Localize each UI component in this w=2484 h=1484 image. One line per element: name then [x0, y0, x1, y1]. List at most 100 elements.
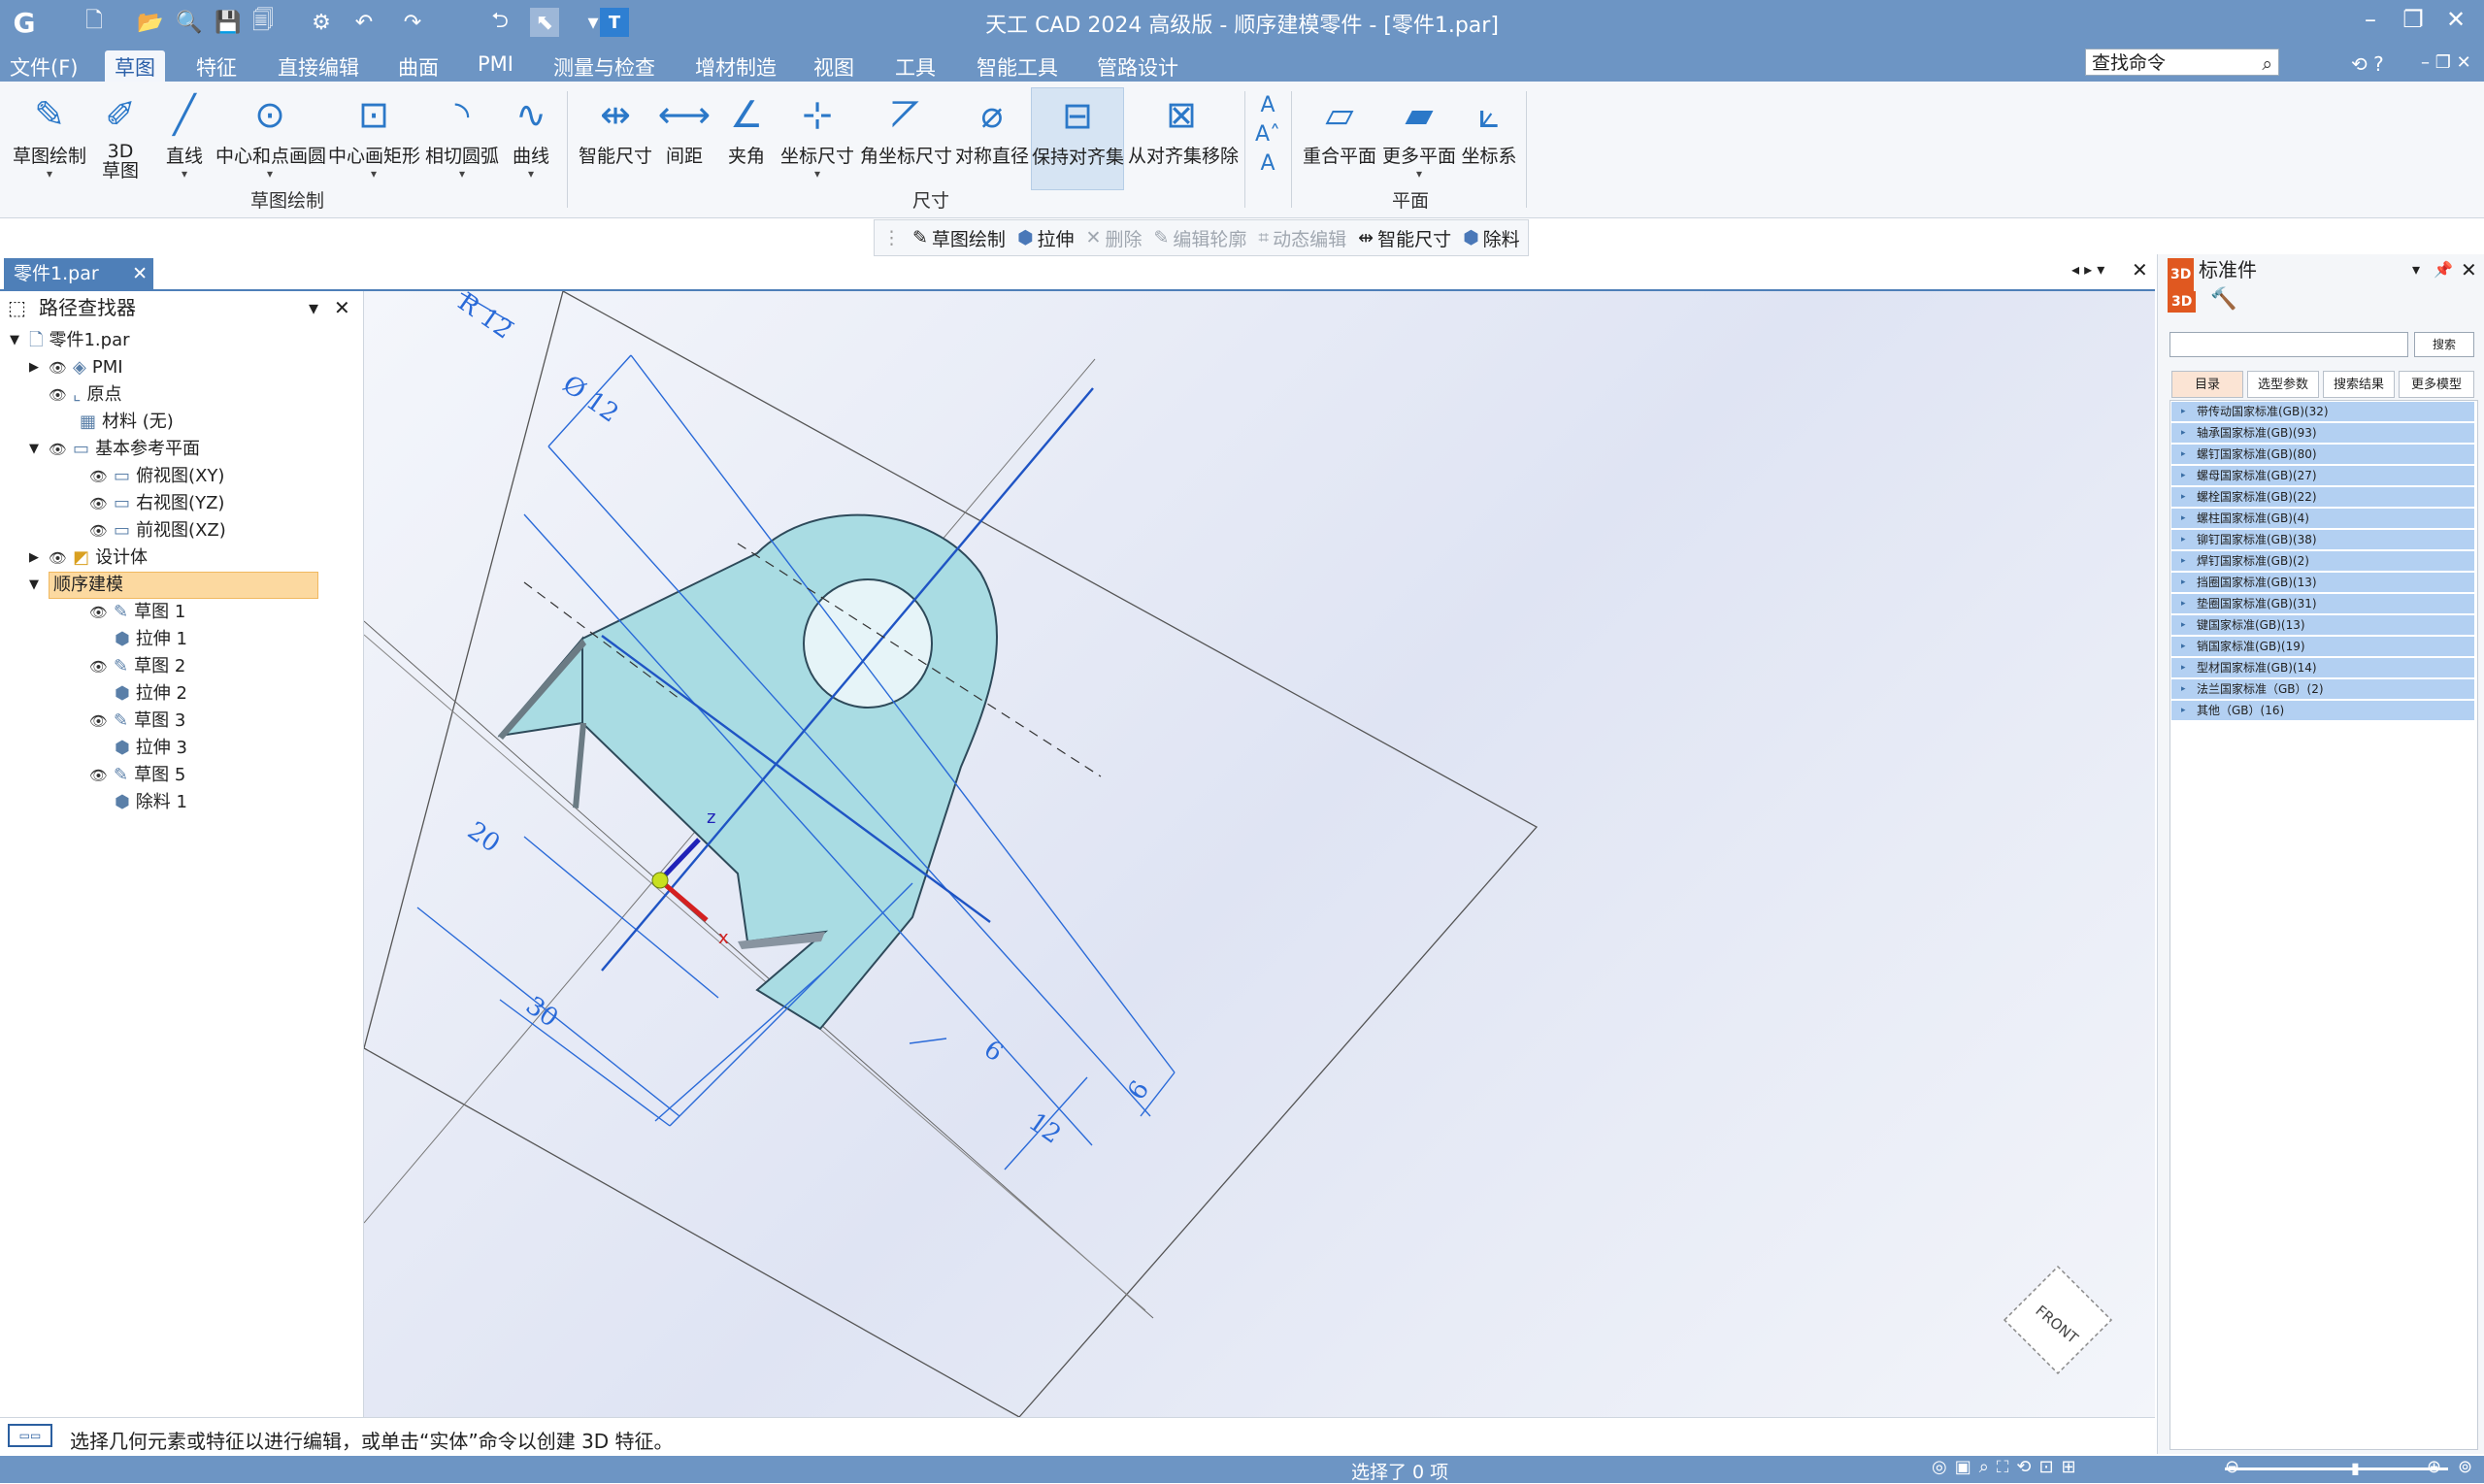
eye-icon[interactable]: 👁	[89, 654, 108, 679]
coincident-plane-button[interactable]: ▱ 重合平面	[1301, 87, 1378, 168]
catalog-item[interactable]: ▸ 销国家标准(GB)(19)	[2171, 637, 2474, 657]
keep-alignment-set-button[interactable]: ⊟ 保持对齐集	[1031, 87, 1124, 190]
catalog-item[interactable]: ▸ 铆钉国家标准(GB)(38)	[2171, 530, 2474, 550]
catalog-item[interactable]: ▸ 键国家标准(GB)(13)	[2171, 615, 2474, 636]
tree-feature-cut-1[interactable]: ⬢ 除料 1	[115, 790, 187, 815]
view-cube[interactable]: FRONT	[2003, 1265, 2113, 1375]
tab-view[interactable]: 视图	[804, 50, 864, 83]
hammer-icon[interactable]: 🔨	[2210, 287, 2236, 312]
eye-icon[interactable]: 👁	[49, 382, 67, 408]
panel-dropdown-icon[interactable]: ▾	[2412, 254, 2420, 285]
line-button[interactable]: ╱ 直线 ▾	[155, 87, 214, 180]
cmd-delete-button[interactable]: ✕ 删除	[1086, 225, 1143, 251]
pin-icon[interactable]: 📌	[2434, 254, 2453, 285]
center-rectangle-button[interactable]: ⊡ 中心画矩形 ▾	[328, 87, 420, 180]
expand-icon[interactable]: ▶	[29, 545, 43, 571]
view-tools-icon[interactable]: ◎▣⌕⛶⟲⊡⊞	[1932, 1457, 2084, 1477]
pathfinder-menu-icon[interactable]: ▾	[309, 291, 318, 324]
tree-item-ordered[interactable]: ▼ 顺序建模	[29, 572, 318, 599]
tree-feature-extrude-1[interactable]: ⬢ 拉伸 1	[115, 627, 187, 652]
expand-icon[interactable]: ▸	[2181, 487, 2186, 508]
tree-item-origin[interactable]: 👁 ⌞ 原点	[49, 382, 121, 408]
expand-icon[interactable]: ▸	[2181, 658, 2186, 678]
graphics-viewport[interactable]: R 12 Ø 12 20 30 6 12 6 z x FRONT	[364, 291, 2155, 1417]
eye-icon[interactable]: 👁	[89, 709, 108, 734]
tab-more-models[interactable]: 更多模型	[2399, 371, 2474, 398]
eye-icon[interactable]: 👁	[89, 763, 108, 788]
doc-window-controls-icon[interactable]: – ❐ ✕	[2421, 52, 2471, 73]
tree-item-material[interactable]: ▦ 材料 (无)	[80, 410, 174, 435]
tree-feature-extrude-3[interactable]: ⬢ 拉伸 3	[115, 736, 187, 761]
zoom-slider[interactable]	[2225, 1468, 2448, 1470]
cmd-dynamic-edit-button[interactable]: ⌗ 动态编辑	[1258, 225, 1346, 251]
catalog-item[interactable]: ▸ 型材国家标准(GB)(14)	[2171, 658, 2474, 678]
tangent-arc-button[interactable]: ◝ 相切圆弧 ▾	[423, 87, 501, 180]
tab-direct-edit[interactable]: 直接编辑	[268, 50, 369, 83]
cmd-sketch-button[interactable]: ✎ 草图绘制	[912, 225, 1006, 251]
cmd-edit-profile-button[interactable]: ✎ 编辑轮廓	[1153, 225, 1246, 251]
angular-coordinate-button[interactable]: ⦢ 角坐标尺寸	[860, 87, 952, 168]
text-size-icon[interactable]: A A˄ A	[1252, 91, 1283, 179]
expand-icon[interactable]: ▸	[2181, 701, 2186, 721]
parts-search-button[interactable]: 搜索	[2414, 332, 2474, 357]
center-circle-button[interactable]: ⊙ 中心和点画圆 ▾	[215, 87, 326, 180]
tab-search-results[interactable]: 搜索结果	[2323, 371, 2395, 398]
expand-icon[interactable]: ▸	[2181, 509, 2186, 529]
expand-icon[interactable]: ▸	[2181, 679, 2186, 700]
tab-piping[interactable]: 管路设计	[1087, 50, 1188, 83]
tree-item-top-view[interactable]: 👁 ▭ 俯视图(XY)	[89, 464, 224, 489]
eye-icon[interactable]: 👁	[89, 464, 108, 489]
catalog-item[interactable]: ▸ 其他（GB）(16)	[2171, 701, 2474, 721]
origin-point[interactable]	[651, 872, 669, 889]
tab-surface[interactable]: 曲面	[388, 50, 448, 83]
close-doc-icon[interactable]: ✕	[2132, 258, 2148, 281]
eye-icon[interactable]: 👁	[89, 518, 108, 544]
catalog-item[interactable]: ▸ 带传动国家标准(GB)(32)	[2171, 402, 2474, 422]
catalog-item[interactable]: ▸ 螺钉国家标准(GB)(80)	[2171, 445, 2474, 465]
3d-library-tab-icon[interactable]: 3D	[2168, 291, 2197, 313]
smart-dimension-button[interactable]: ⇹ 智能尺寸	[579, 87, 652, 168]
cmd-extrude-button[interactable]: ⬢ 拉伸	[1017, 225, 1075, 251]
panel-close-icon[interactable]: ✕	[2461, 254, 2477, 285]
tab-measure[interactable]: 测量与检查	[544, 50, 665, 83]
tree-feature-sketch-3[interactable]: 👁 ✎ 草图 3	[89, 709, 185, 734]
restore-icon[interactable]: ❐	[2394, 6, 2433, 33]
fit-view-icon[interactable]: ⊚	[2458, 1457, 2472, 1477]
eye-icon[interactable]: 👁	[49, 545, 67, 571]
expand-icon[interactable]: ▸	[2181, 423, 2186, 444]
menu-file[interactable]: 文件(F)	[0, 50, 87, 83]
3d-sketch-button[interactable]: ✐ 3D 草图	[93, 87, 148, 181]
expand-icon[interactable]: ▸	[2181, 466, 2186, 486]
expand-icon[interactable]: ▶	[29, 355, 43, 380]
part-body[interactable]	[581, 513, 999, 1031]
remove-from-alignment-button[interactable]: ⊠ 从对齐集移除	[1128, 87, 1239, 168]
expand-icon[interactable]: ▸	[2181, 573, 2186, 593]
tree-item-pmi[interactable]: ▶ 👁 ◈ PMI	[29, 355, 123, 380]
coordinate-system-button[interactable]: ⟀ 坐标系	[1460, 87, 1518, 168]
cmd-smart-dimension-button[interactable]: ⇹ 智能尺寸	[1358, 225, 1451, 251]
symmetric-diameter-button[interactable]: ⌀ 对称直径	[955, 87, 1029, 168]
expand-icon[interactable]: ▸	[2181, 445, 2186, 465]
tab-selection-params[interactable]: 选型参数	[2247, 371, 2319, 398]
tree-item-design-body[interactable]: ▶ 👁 ◩ 设计体	[29, 545, 148, 571]
collapse-icon[interactable]: ▼	[29, 573, 43, 598]
eye-icon[interactable]: 👁	[89, 600, 108, 625]
catalog-item[interactable]: ▸ 螺母国家标准(GB)(27)	[2171, 466, 2474, 486]
zoom-slider-thumb[interactable]: ▮	[2351, 1459, 2360, 1477]
tree-feature-sketch-2[interactable]: 👁 ✎ 草图 2	[89, 654, 185, 679]
help-icon[interactable]: ⟲ ?	[2351, 52, 2384, 76]
tree-item-right-view[interactable]: 👁 ▭ 右视图(YZ)	[89, 491, 224, 516]
expand-icon[interactable]: ▸	[2181, 594, 2186, 614]
catalog-item[interactable]: ▸ 螺柱国家标准(GB)(4)	[2171, 509, 2474, 529]
tab-tools[interactable]: 工具	[885, 50, 945, 83]
zoom-in-icon[interactable]: ⊕	[2427, 1457, 2441, 1477]
tree-feature-sketch-5[interactable]: 👁 ✎ 草图 5	[89, 763, 185, 788]
catalog-item[interactable]: ▸ 法兰国家标准（GB）(2)	[2171, 679, 2474, 700]
pathfinder-close-icon[interactable]: ✕	[334, 291, 350, 324]
close-window-icon[interactable]: ✕	[2436, 6, 2475, 33]
model-canvas[interactable]: R 12 Ø 12 20 30 6 12 6 z x FRONT	[364, 291, 2155, 1417]
tab-smart-tools[interactable]: 智能工具	[967, 50, 1068, 83]
command-search-input[interactable]: 查找命令 ⌕	[2085, 49, 2279, 76]
tree-feature-sketch-1[interactable]: 👁 ✎ 草图 1	[89, 600, 185, 625]
eye-icon[interactable]: 👁	[49, 437, 67, 462]
